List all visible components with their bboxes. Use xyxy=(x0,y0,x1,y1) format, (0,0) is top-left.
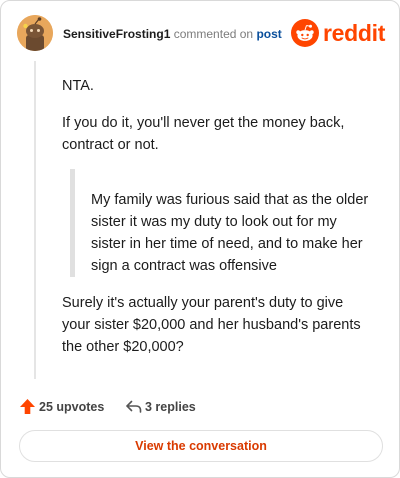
reddit-wordmark: reddit xyxy=(323,20,386,46)
upvote-count: 25 upvotes xyxy=(39,400,105,414)
comment-actions: 25 upvotes 3 replies xyxy=(19,397,379,417)
reddit-logo[interactable]: reddit xyxy=(291,19,385,47)
snoo-avatar-icon xyxy=(17,15,53,51)
avatar[interactable] xyxy=(17,15,53,51)
blockquote-bar xyxy=(70,169,75,277)
reply-arrow-icon xyxy=(126,400,142,413)
blockquote-text: My family was furious said that as the o… xyxy=(91,192,369,274)
embedded-comment-card: SensitiveFrosting1 commented on post red… xyxy=(0,0,400,478)
byline-action-text: commented on xyxy=(173,27,254,41)
view-conversation-button[interactable]: View the conversation xyxy=(19,430,383,462)
comment-paragraph: If you do it, you'll never get the money… xyxy=(62,115,345,153)
thread-line xyxy=(34,61,36,379)
reddit-logo-icon xyxy=(291,19,319,47)
upvote-arrow-icon xyxy=(20,399,35,414)
comment-header: SensitiveFrosting1 commented on post red… xyxy=(17,15,385,55)
post-link[interactable]: post xyxy=(256,27,281,41)
replies-button[interactable]: 3 replies xyxy=(123,397,223,417)
comment-paragraph: Surely it's actually your parent's duty … xyxy=(62,295,361,355)
upvote-button[interactable]: 25 upvotes xyxy=(19,397,115,417)
username-link[interactable]: SensitiveFrosting1 xyxy=(63,27,170,41)
comment-byline: SensitiveFrosting1 commented on post xyxy=(63,26,282,42)
replies-count: 3 replies xyxy=(145,400,196,414)
comment-paragraph: NTA. xyxy=(62,78,94,94)
